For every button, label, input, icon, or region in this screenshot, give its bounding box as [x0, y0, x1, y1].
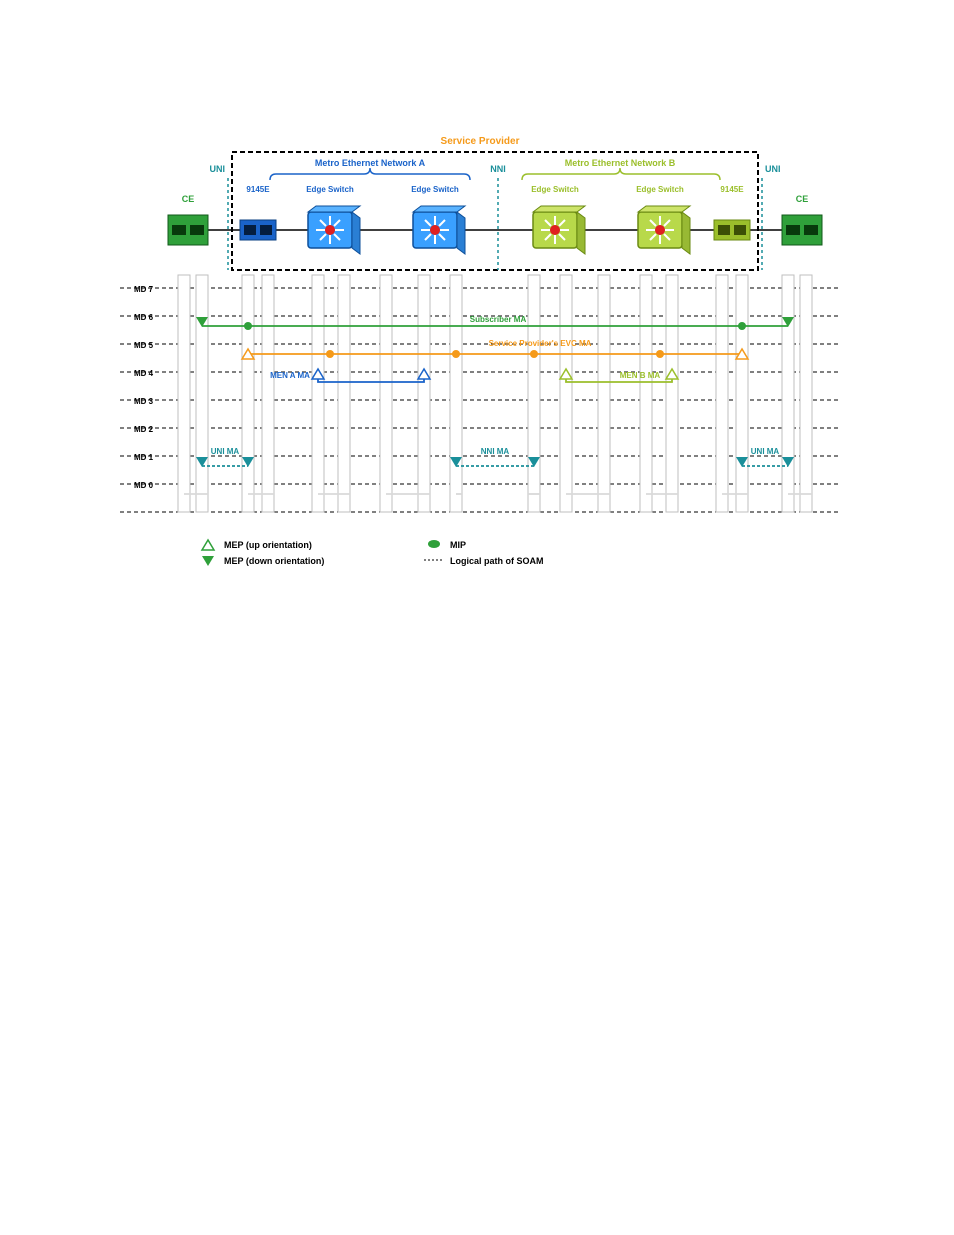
- edge-a2-icon: [413, 206, 465, 254]
- svg-text:UNI MA: UNI MA: [211, 447, 240, 456]
- svg-text:MD 1: MD 1: [134, 453, 154, 462]
- svg-text:MD 4: MD 4: [134, 369, 154, 378]
- md-grid: MD 7 MD 6 MD 5 MD 4 MD 3 MD 2 MD 1 MD 0: [120, 275, 840, 512]
- svg-text:MD 7: MD 7: [134, 285, 154, 294]
- svg-text:MD 6: MD 6: [134, 313, 154, 322]
- svg-text:Logical path of SOAM: Logical path of SOAM: [450, 556, 544, 566]
- edge-a2-label: Edge Switch: [411, 185, 459, 194]
- mip-icon: [428, 540, 440, 548]
- mep-down-icon: [202, 556, 214, 566]
- dev-9145e-a-icon: [240, 220, 276, 240]
- svg-text:MD 2: MD 2: [134, 425, 154, 434]
- svg-text:MEP (up orientation): MEP (up orientation): [224, 540, 312, 550]
- svg-text:Service Provider's EVC MA: Service Provider's EVC MA: [489, 339, 592, 348]
- svg-text:MEN B MA: MEN B MA: [620, 371, 661, 380]
- svg-text:NNI MA: NNI MA: [481, 447, 510, 456]
- edge-b2-icon: [638, 206, 690, 254]
- svg-text:UNI MA: UNI MA: [751, 447, 780, 456]
- nni-ma: NNI MA: [450, 447, 540, 467]
- dev-9145e-b-icon: [714, 220, 750, 240]
- ce-left-label: CE: [182, 194, 195, 204]
- edge-a1-icon: [308, 206, 360, 254]
- ce-right-icon: [782, 215, 822, 245]
- edge-b1-label: Edge Switch: [531, 185, 579, 194]
- edge-b2-label: Edge Switch: [636, 185, 684, 194]
- dev-9145e-b-label: 9145E: [720, 185, 744, 194]
- svg-text:MD 0: MD 0: [134, 481, 154, 490]
- uni-label-right: UNI: [765, 164, 781, 174]
- edge-b1-icon: [533, 206, 585, 254]
- svg-text:MEP (down orientation): MEP (down orientation): [224, 556, 324, 566]
- oam-diagram: Service Provider UNI NNI UNI Metro Ether…: [120, 130, 840, 580]
- legend: MEP (up orientation) MEP (down orientati…: [202, 540, 544, 566]
- nni-label: NNI: [490, 164, 506, 174]
- svg-text:MEN A MA: MEN A MA: [270, 371, 310, 380]
- ce-right-label: CE: [796, 194, 809, 204]
- svg-text:MIP: MIP: [450, 540, 466, 550]
- edge-a1-label: Edge Switch: [306, 185, 354, 194]
- mep-up-icon: [202, 540, 214, 550]
- dev-9145e-a-label: 9145E: [246, 185, 270, 194]
- net-b-label: Metro Ethernet Network B: [565, 158, 676, 168]
- net-a-label: Metro Ethernet Network A: [315, 158, 426, 168]
- uni-label-left: UNI: [210, 164, 226, 174]
- svg-text:MD 5: MD 5: [134, 341, 154, 350]
- ce-left-icon: [168, 215, 208, 245]
- svg-text:MD 3: MD 3: [134, 397, 154, 406]
- title: Service Provider: [441, 136, 520, 147]
- svg-text:Subscriber MA: Subscriber MA: [470, 315, 527, 324]
- subscriber-ma: Subscriber MA: [196, 315, 794, 330]
- men-b-ma: MEN B MA: [560, 369, 678, 382]
